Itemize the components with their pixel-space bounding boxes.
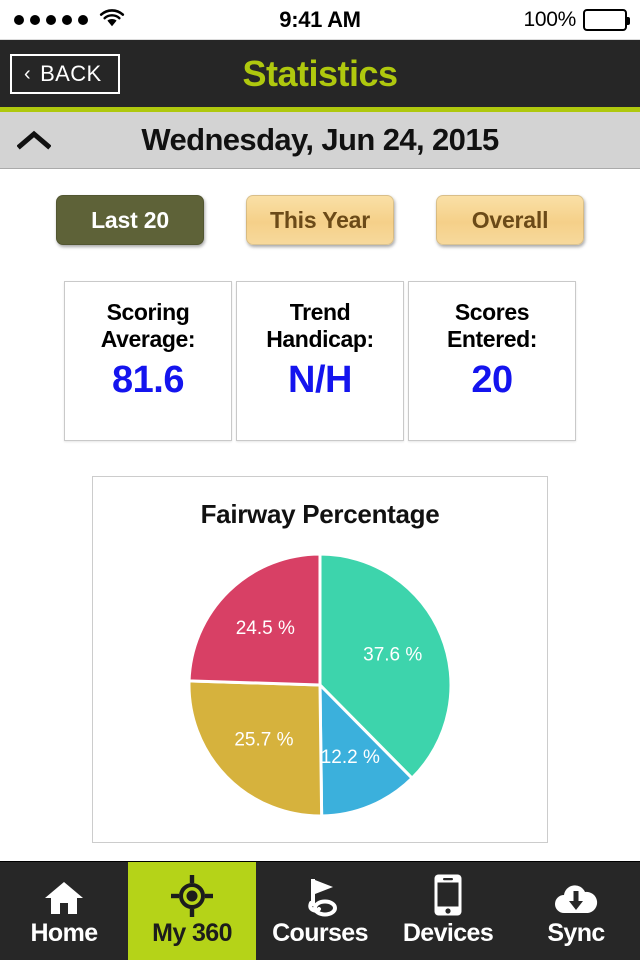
stat-value: N/H	[288, 358, 352, 401]
filter-overall-label: Overall	[471, 206, 549, 233]
selected-date-label: Wednesday, Jun 24, 2015	[141, 122, 499, 157]
navigation-bar: ‹ BACK Statistics	[0, 40, 640, 112]
stat-card-scores-entered: Scores Entered: 20	[408, 281, 576, 441]
fairway-percentage-chart-card: Fairway Percentage 37.6 % 12.2 % 25.7 % 24.…	[92, 476, 548, 843]
tab-courses-label: Courses	[272, 919, 368, 948]
pie-slice-label: 24.5 %	[236, 618, 295, 639]
chart-title: Fairway Percentage	[200, 499, 440, 529]
tab-my-360[interactable]: My 360	[128, 862, 256, 960]
tab-sync[interactable]: Sync	[512, 862, 640, 960]
status-bar-time: 9:41 AM	[279, 6, 361, 32]
phone-icon	[433, 874, 463, 917]
stat-card-scoring-average: Scoring Average: 81.6	[64, 281, 232, 441]
stat-label-line1: Scoring	[106, 299, 190, 325]
filter-this-year-button[interactable]: This Year	[246, 195, 394, 245]
back-button-label: BACK	[40, 60, 102, 86]
cloud-download-icon	[552, 875, 600, 917]
filter-last-20-label: Last 20	[91, 206, 169, 233]
filter-overall-button[interactable]: Overall	[436, 195, 584, 245]
stat-label-line2: Average:	[100, 325, 196, 352]
date-bar[interactable]: Wednesday, Jun 24, 2015	[0, 112, 640, 169]
filter-this-year-label: This Year	[269, 206, 371, 233]
back-button[interactable]: ‹ BACK	[10, 53, 120, 94]
app-screen: 9:41 AM 100% ‹ BACK Statistics Wednesday…	[0, 0, 640, 960]
main-content: Last 20 This Year Overall Scoring Averag…	[0, 169, 640, 861]
target-crosshair-icon	[171, 875, 213, 918]
stat-card-trend-handicap: Trend Handicap: N/H	[236, 281, 404, 441]
pie-slice-label: 12.2 %	[321, 747, 380, 768]
tab-my-360-label: My 360	[152, 919, 232, 948]
tab-home-label: Home	[30, 919, 98, 948]
stat-label: Scoring Average:	[100, 299, 196, 353]
range-filter-group: Last 20 This Year Overall	[0, 169, 640, 245]
stat-label: Scores Entered:	[447, 299, 537, 353]
battery-full-icon	[583, 8, 630, 31]
chevron-up-icon[interactable]	[14, 120, 54, 160]
pie-slice-label: 25.7 %	[234, 730, 293, 751]
stat-card-row: Scoring Average: 81.6 Trend Handicap: N/…	[0, 281, 640, 441]
tab-home[interactable]: Home	[0, 862, 128, 960]
stat-value: 81.6	[112, 358, 184, 401]
chevron-left-icon: ‹	[24, 62, 32, 85]
pie-chart: 37.6 % 12.2 % 25.7 % 24.5 %	[93, 552, 547, 818]
status-bar: 9:41 AM 100%	[0, 0, 640, 40]
tab-devices-label: Devices	[402, 919, 494, 948]
stat-label-line1: Scores	[454, 299, 530, 325]
stat-label: Trend Handicap:	[266, 299, 374, 353]
stat-label-line1: Trend	[289, 299, 351, 325]
stat-value: 20	[471, 358, 513, 401]
stat-label-line2: Entered:	[446, 325, 538, 352]
pie-chart-svg: 37.6 % 12.2 % 25.7 % 24.5 %	[187, 552, 453, 818]
tab-devices[interactable]: Devices	[384, 862, 512, 960]
home-icon	[43, 875, 85, 917]
pie-slice-label: 37.6 %	[363, 645, 422, 666]
bottom-tab-bar: Home My 360 Courses Devices Sync	[0, 861, 640, 960]
tab-courses[interactable]: Courses	[256, 862, 384, 960]
filter-last-20-button[interactable]: Last 20	[56, 195, 204, 245]
golf-flag-hole-icon	[299, 875, 341, 917]
tab-sync-label: Sync	[547, 919, 605, 948]
stat-label-line2: Handicap:	[266, 325, 374, 352]
